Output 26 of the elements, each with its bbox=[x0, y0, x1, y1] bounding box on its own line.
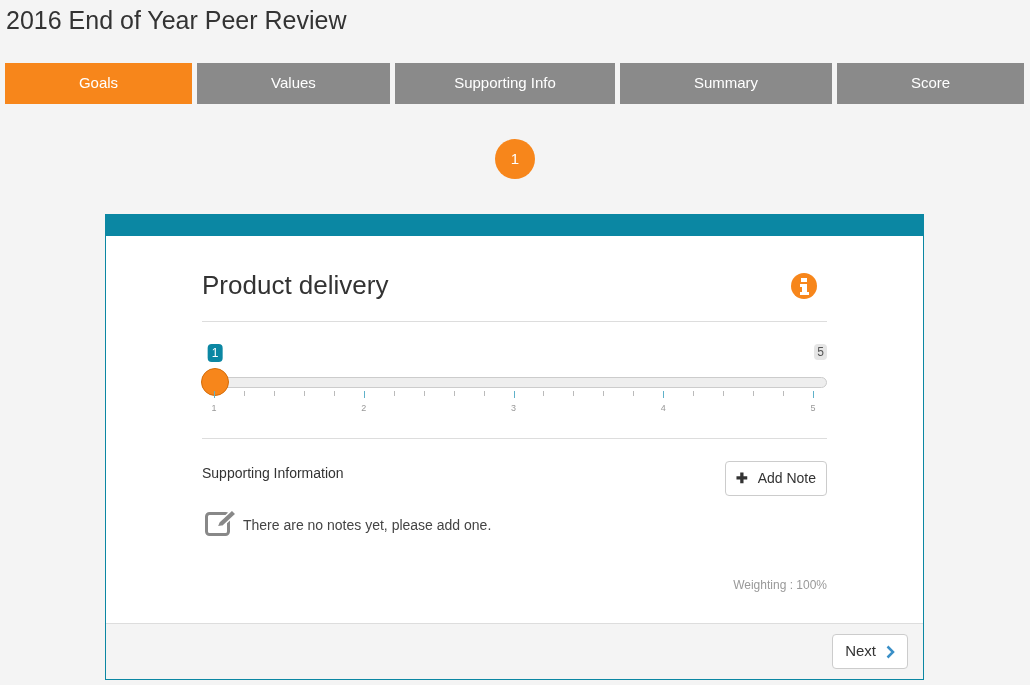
empty-notes-message: There are no notes yet, please add one. bbox=[243, 516, 492, 535]
tick-label: 3 bbox=[511, 402, 516, 415]
slider-thumb[interactable] bbox=[201, 368, 229, 396]
next-button[interactable]: Next bbox=[832, 634, 908, 669]
tab[interactable]: Summary bbox=[620, 63, 832, 104]
chevron-right-icon bbox=[886, 644, 895, 659]
tick-label: 4 bbox=[660, 402, 666, 415]
tick-label: 2 bbox=[361, 402, 367, 415]
tab[interactable]: Score bbox=[837, 63, 1024, 104]
page-title: 2016 End of Year Peer Review bbox=[5, 5, 348, 36]
tick-label: 5 bbox=[810, 402, 816, 415]
weighting-text: Weighting : 100% bbox=[733, 577, 827, 594]
slider[interactable] bbox=[201, 368, 828, 397]
edit-icon bbox=[205, 510, 237, 536]
step-badge: 1 bbox=[495, 139, 535, 179]
card-title: Product delivery bbox=[202, 269, 389, 302]
info-icon[interactable] bbox=[791, 272, 817, 299]
tab[interactable]: Goals bbox=[5, 63, 192, 104]
add-note-button[interactable]: ✚ Add Note bbox=[724, 461, 827, 496]
slider-value-label: 1 bbox=[207, 344, 223, 362]
section-heading: Supporting Information bbox=[202, 464, 344, 483]
slider-max-label: 5 bbox=[814, 344, 827, 360]
tick-label: 1 bbox=[211, 402, 217, 415]
tab[interactable]: Values bbox=[197, 63, 390, 104]
plus-icon: ✚ bbox=[735, 468, 748, 489]
tab[interactable]: Supporting Info bbox=[395, 63, 615, 104]
